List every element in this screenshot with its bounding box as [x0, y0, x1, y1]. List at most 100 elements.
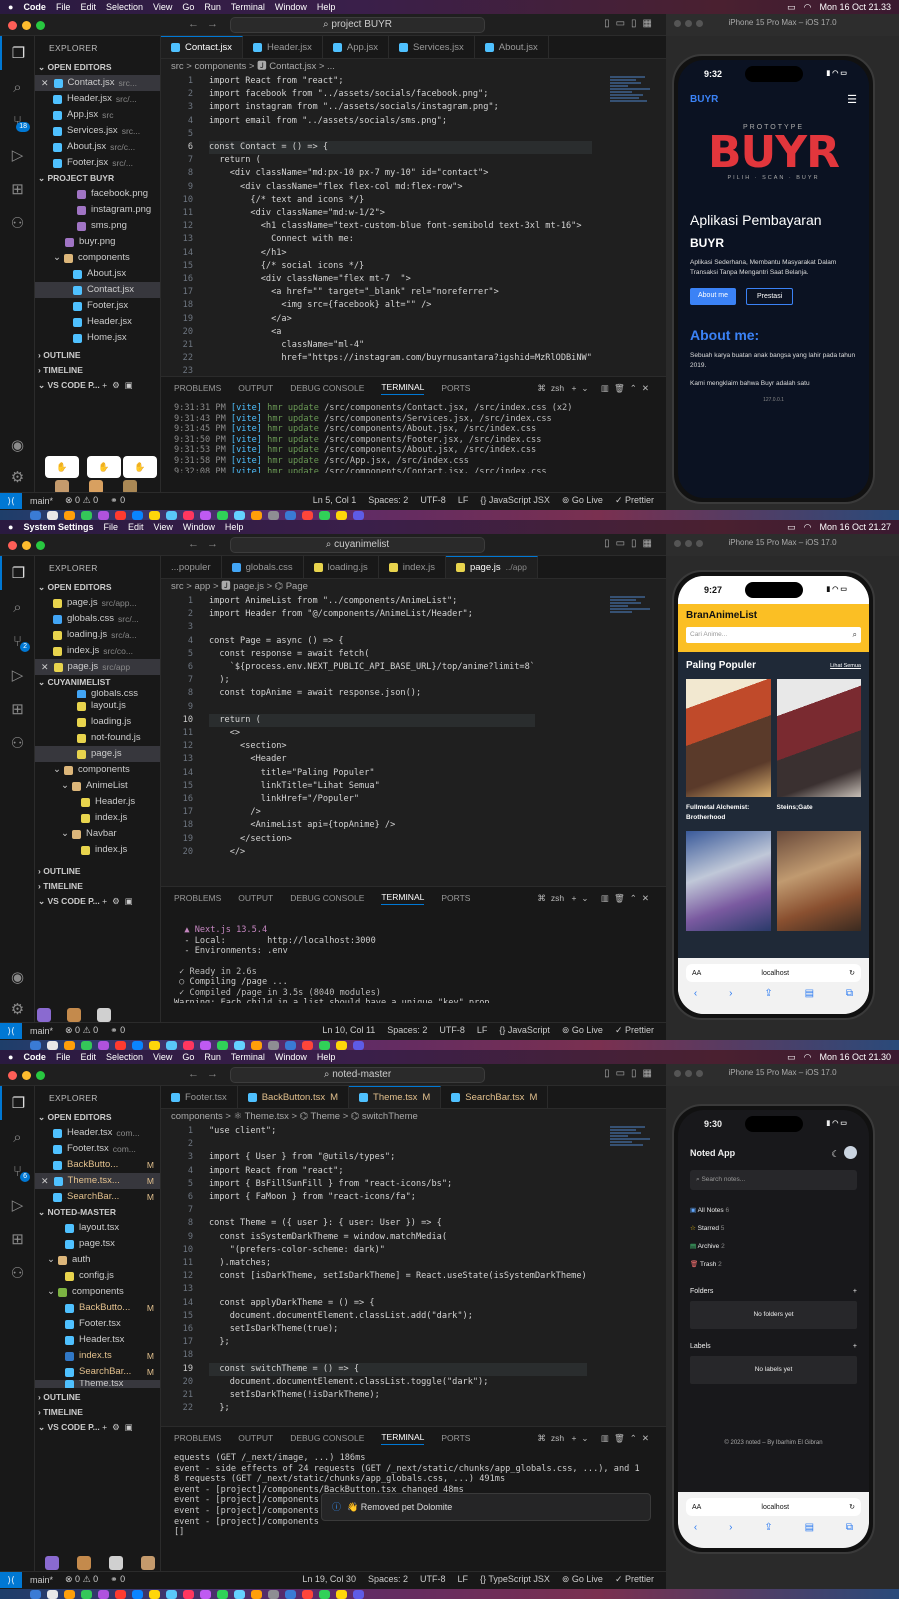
open-editor-item[interactable]: SearchBar... M: [35, 1189, 160, 1205]
close-icon[interactable]: ✕: [41, 1173, 49, 1189]
close-window-button[interactable]: [8, 541, 17, 550]
tree-item[interactable]: page.tsx: [35, 1236, 160, 1252]
tree-item[interactable]: About.jsx: [35, 266, 160, 282]
extensions-icon[interactable]: ⊞: [0, 172, 35, 206]
moon-icon[interactable]: ☾: [831, 1149, 839, 1159]
live-share-icon[interactable]: ⚇: [0, 206, 35, 240]
code-editor[interactable]: 1 2 3 4 5 6 7 8 9 10 11 12 13 14 15 16 17 18 19 20 21 22 23 im…: [161, 75, 666, 375]
tree-item[interactable]: layout.js: [35, 698, 160, 714]
tab-globals-css[interactable]: globals.css: [222, 556, 304, 578]
indentation[interactable]: Spaces: 2: [387, 1025, 427, 1036]
brand-logo[interactable]: BranAnimeList: [686, 610, 861, 621]
open-editor-item[interactable]: Footer.jsx src/...: [35, 155, 160, 171]
prettier-status[interactable]: ✓ Prettier: [615, 1025, 654, 1036]
open-editor-item[interactable]: index.js src/co...: [35, 643, 160, 659]
tree-item[interactable]: Contact.jsx: [35, 282, 160, 298]
avatar[interactable]: [844, 1146, 857, 1160]
account-icon[interactable]: ◉: [0, 960, 35, 994]
run-debug-icon[interactable]: ▷: [0, 1188, 35, 1222]
tab-ports[interactable]: PORTS: [441, 383, 470, 393]
go-live-button[interactable]: ⊚ Go Live: [562, 495, 603, 506]
git-branch[interactable]: main*: [30, 496, 53, 506]
minimize-window-button[interactable]: [22, 541, 31, 550]
prettier-status[interactable]: ✓ Prettier: [615, 495, 654, 506]
tab-ports[interactable]: PORTS: [441, 1433, 470, 1443]
code-editor[interactable]: 1 2 3 4 5 6 7 8 9 10 11 12 13 14 15 16 17 18 19 20 import A…: [161, 595, 666, 885]
menu-run[interactable]: Run: [204, 2, 221, 12]
menubar-app-name[interactable]: System Settings: [23, 522, 93, 532]
minimap[interactable]: [610, 595, 654, 655]
open-editor-item[interactable]: About.jsx src/c...: [35, 139, 160, 155]
apple-menu-icon[interactable]: ●: [8, 522, 13, 532]
minimap[interactable]: [610, 1125, 654, 1185]
see-all-link[interactable]: Lihat Semua: [830, 663, 861, 669]
timeline-section[interactable]: › TIMELINE: [35, 363, 160, 378]
cursor-position[interactable]: Ln 19, Col 30: [302, 1574, 356, 1585]
url-bar[interactable]: AA localhost ↻: [686, 1498, 861, 1516]
menu-go[interactable]: Go: [182, 2, 194, 12]
cursor-position[interactable]: Ln 5, Col 1: [313, 495, 357, 506]
tree-item[interactable]: loading.js: [35, 714, 160, 730]
tab-debug-console[interactable]: DEBUG CONSOLE: [290, 893, 364, 903]
tree-item[interactable]: Header.tsx: [35, 1332, 160, 1348]
explorer-icon[interactable]: ❐: [0, 36, 35, 70]
account-icon[interactable]: ◉: [0, 428, 35, 462]
menu-selection[interactable]: Selection: [106, 2, 143, 12]
search-input[interactable]: Cari Anime... ⌕: [686, 627, 861, 643]
tree-item[interactable]: index.js: [35, 842, 160, 858]
terminal-actions[interactable]: ⌘zsh +⌄ ▥🗑⌃✕: [537, 1433, 666, 1444]
tab-app[interactable]: App.jsx: [323, 36, 390, 58]
tree-item[interactable]: Home.jsx: [35, 330, 160, 346]
remote-indicator-icon[interactable]: ⟩⟨: [0, 1571, 22, 1588]
cursor-position[interactable]: Ln 10, Col 11: [322, 1025, 375, 1036]
nav-archive[interactable]: ▤ Archive 2: [690, 1238, 857, 1256]
tree-item[interactable]: instagram.png: [35, 202, 160, 218]
project-section[interactable]: ⌄ PROJECT BUYR: [35, 171, 160, 186]
tab-debug-console[interactable]: DEBUG CONSOLE: [290, 383, 364, 393]
open-editor-item[interactable]: ✕ Contact.jsx src...: [35, 75, 160, 91]
menu-view[interactable]: View: [153, 2, 172, 12]
run-debug-icon[interactable]: ▷: [0, 138, 35, 172]
code-editor[interactable]: 1 2 3 4 5 6 7 8 9 10 11 12 13 14 15 16 17 18 19 20 21 22 "use…: [161, 1125, 666, 1425]
timeline-section[interactable]: › TIMELINE: [35, 879, 160, 894]
ports-count[interactable]: ⚭ 0: [110, 1574, 125, 1585]
open-editor-item[interactable]: Header.jsx src/...: [35, 91, 160, 107]
open-editor-item[interactable]: ✕ Theme.tsx... M: [35, 1173, 160, 1189]
open-editor-item[interactable]: BackButto... M: [35, 1157, 160, 1173]
live-share-icon[interactable]: ⚇: [0, 1256, 35, 1290]
nav-arrows-icon[interactable]: ←→: [188, 1068, 226, 1080]
menu-window[interactable]: Window: [275, 1052, 307, 1062]
battery-icon[interactable]: ▭: [787, 1052, 796, 1063]
tab-footer[interactable]: Footer.tsx: [161, 1086, 238, 1108]
tree-item[interactable]: page.js: [35, 746, 160, 762]
language-mode[interactable]: {} JavaScript JSX: [480, 495, 550, 506]
tab-index[interactable]: index.js: [379, 556, 446, 578]
tree-item[interactable]: not-found.js: [35, 730, 160, 746]
tab-theme[interactable]: Theme.tsx M: [349, 1086, 442, 1108]
search-icon[interactable]: ⌕: [0, 70, 35, 104]
tab-problems[interactable]: PROBLEMS: [174, 893, 221, 903]
tree-item[interactable]: layout.tsx: [35, 1220, 160, 1236]
tree-folder[interactable]: ⌄ components: [35, 1284, 160, 1300]
tab-loading[interactable]: loading.js: [304, 556, 379, 578]
encoding[interactable]: UTF-8: [439, 1025, 465, 1036]
wifi-icon[interactable]: ◠: [804, 1052, 812, 1063]
close-icon[interactable]: ✕: [41, 75, 49, 91]
safari-nav-icons[interactable]: ‹ › ⇪ ▤ ⧉: [678, 988, 869, 999]
nav-arrows-icon[interactable]: ←→: [188, 538, 226, 550]
tree-item[interactable]: sms.png: [35, 218, 160, 234]
menu-edit[interactable]: Edit: [128, 522, 144, 532]
nav-arrows-icon[interactable]: ←→: [188, 18, 226, 30]
eol[interactable]: LF: [457, 1574, 468, 1585]
tree-folder[interactable]: ⌄ auth: [35, 1252, 160, 1268]
tree-item[interactable]: facebook.png: [35, 186, 160, 202]
source-control-icon[interactable]: ⑂ 18: [0, 104, 35, 138]
minimize-window-button[interactable]: [22, 21, 31, 30]
open-editors-section[interactable]: ⌄ OPEN EDITORS: [35, 580, 160, 595]
source-control-icon[interactable]: ⑂ 2: [0, 624, 35, 658]
nav-trash[interactable]: 🗑 Trash 2: [690, 1256, 857, 1274]
go-live-button[interactable]: ⊚ Go Live: [562, 1025, 603, 1036]
menu-terminal[interactable]: Terminal: [231, 2, 265, 12]
tab-output[interactable]: OUTPUT: [238, 893, 273, 903]
project-section[interactable]: ⌄ CUYANIMELIST: [35, 675, 160, 690]
